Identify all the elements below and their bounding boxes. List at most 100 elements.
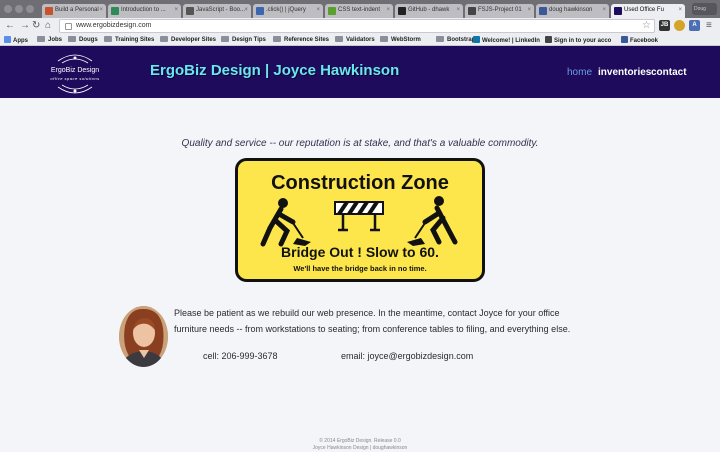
tab-title: FSJS-Project 01: [478, 7, 522, 13]
extension-a-icon[interactable]: A: [689, 20, 700, 31]
tab-title: GitHub - dhawk: [408, 7, 450, 13]
bookmark-label: Bootstrap: [447, 37, 476, 43]
footer-copyright: © 2014 ErgoBiz Design. Release 0.0: [319, 438, 401, 444]
home-icon[interactable]: ⌂: [45, 20, 51, 32]
address-bar-url[interactable]: www.ergobizdesign.com: [76, 22, 151, 29]
tab-favicon-icon: [186, 7, 194, 15]
nav-inventories-link[interactable]: inventories: [598, 67, 651, 78]
nav-home-link[interactable]: home: [567, 67, 592, 78]
nav-contact-link[interactable]: contact: [651, 67, 687, 78]
window-close-control[interactable]: [4, 5, 12, 13]
folder-icon: [37, 36, 45, 42]
tagline: Quality and service -- our reputation is…: [181, 138, 539, 149]
tab-title: Introduction to ...: [121, 7, 166, 13]
bookmark-folder[interactable]: Bootstrap: [436, 36, 475, 43]
bookmark-folder[interactable]: Developer Sites: [160, 36, 216, 43]
window-zoom-control[interactable]: [26, 5, 34, 13]
bookmark-folder[interactable]: Dougs: [68, 36, 98, 43]
tab-close-icon[interactable]: ×: [244, 7, 248, 13]
construction-sign: Construction Zone Bridge Out ! Slow to 6…: [235, 158, 485, 282]
back-icon[interactable]: ←: [5, 20, 15, 32]
profile-button[interactable]: Doug: [692, 3, 717, 15]
tab-close-icon[interactable]: ×: [456, 7, 460, 13]
tab-close-icon[interactable]: ×: [174, 7, 178, 13]
site-header: ErgoBiz Design office space solutions Er…: [0, 46, 720, 98]
bookmark-site[interactable]: Sign in to your acco: [545, 36, 611, 44]
tab-close-icon[interactable]: ×: [316, 7, 320, 13]
logo-tagline: office space solutions: [50, 76, 100, 81]
window-minimize-control[interactable]: [15, 5, 23, 13]
email-text[interactable]: email: joyce@ergobizdesign.com: [341, 351, 473, 361]
page-info-icon[interactable]: [65, 23, 72, 30]
tab-close-icon[interactable]: ×: [99, 7, 103, 13]
browser-tab[interactable]: CSS text-indent ×: [325, 4, 393, 18]
footer-links[interactable]: Joyce Hawkinson Design | doughawkinson: [0, 445, 720, 452]
address-bar[interactable]: www.ergobizdesign.com ☆: [59, 19, 655, 33]
bookmark-folder[interactable]: Training Sites: [104, 36, 154, 43]
tab-favicon-icon: [539, 7, 547, 15]
tab-favicon-icon: [111, 7, 119, 15]
logo[interactable]: ErgoBiz Design office space solutions: [46, 51, 104, 95]
browser-tab[interactable]: doug hawkinson ×: [536, 4, 609, 18]
facebook-icon: [621, 36, 628, 43]
sign-title: Construction Zone: [271, 172, 449, 194]
browser-tab[interactable]: Build a Personal ×: [42, 4, 106, 18]
folder-icon: [68, 36, 76, 42]
browser-tab[interactable]: Introduction to ... ×: [108, 4, 181, 18]
browser-tab[interactable]: .click() | jQuery ×: [253, 4, 323, 18]
bookmark-apps[interactable]: Apps: [4, 36, 28, 44]
tab-favicon-icon: [468, 7, 476, 15]
bookmark-label: WebStorm: [391, 37, 421, 43]
bookmark-label: Dougs: [79, 37, 98, 43]
avatar: [119, 306, 168, 367]
bookmark-folder[interactable]: Design Tips: [221, 36, 266, 43]
bookmark-label: Sign in to your acco: [554, 38, 612, 44]
linkedin-icon: [473, 36, 480, 43]
tab-title: Build a Personal: [55, 7, 99, 13]
menu-icon[interactable]: ≡: [706, 20, 712, 32]
bookmark-folder[interactable]: Reference Sites: [273, 36, 329, 43]
tab-close-icon[interactable]: ×: [527, 7, 531, 13]
bookmark-folder[interactable]: WebStorm: [380, 36, 421, 43]
logo-name: ErgoBiz Design: [50, 67, 100, 74]
browser-tab[interactable]: GitHub - dhawk ×: [395, 4, 463, 18]
bookmark-star-icon[interactable]: ☆: [642, 20, 651, 31]
browser-tab[interactable]: JavaScript - Boo... ×: [183, 4, 251, 18]
bookmark-label: Welcome! | LinkedIn: [482, 38, 540, 44]
bookmark-label: Validators: [346, 37, 375, 43]
bookmark-facebook[interactable]: Facebook: [621, 36, 658, 44]
tab-close-icon[interactable]: ×: [386, 7, 390, 13]
cell-phone-text: cell: 206-999-3678: [203, 351, 278, 361]
bookmark-label: Facebook: [630, 38, 659, 44]
extension-chrome-icon[interactable]: [674, 20, 685, 31]
site-brand-title[interactable]: ErgoBiz Design | Joyce Hawkinson: [150, 62, 399, 79]
sign-note: We'll have the bridge back in no time.: [293, 264, 426, 273]
intro-paragraph: Please be patient as we rebuild our web …: [174, 308, 571, 334]
tab-favicon-icon: [45, 7, 53, 15]
bookmark-folder[interactable]: Jobs: [37, 36, 62, 43]
tab-title: Used Office Fu: [624, 7, 664, 13]
tab-favicon-icon: [614, 7, 622, 15]
browser-tab[interactable]: Used Office Fu ×: [611, 4, 685, 18]
tab-title: CSS text-indent: [338, 7, 381, 13]
tab-title: .click() | jQuery: [266, 7, 306, 13]
tab-favicon-icon: [256, 7, 264, 15]
bookmark-label: Developer Sites: [171, 37, 217, 43]
bookmark-label: Training Sites: [115, 37, 155, 43]
tab-close-icon[interactable]: ×: [602, 7, 606, 13]
apps-icon: [4, 36, 11, 43]
tab-close-icon[interactable]: ×: [678, 7, 682, 13]
folder-icon: [273, 36, 281, 42]
bookmark-linkedin[interactable]: Welcome! | LinkedIn: [473, 36, 540, 44]
browser-toolbar: ← → ↻ ⌂ www.ergobizdesign.com ☆ JB A ≡: [0, 18, 720, 34]
browser-tab[interactable]: FSJS-Project 01 ×: [465, 4, 534, 18]
extension-jb-icon[interactable]: JB: [659, 20, 670, 31]
forward-icon[interactable]: →: [20, 20, 30, 32]
bookmark-folder[interactable]: Validators: [335, 36, 375, 43]
bookmarks-bar: Apps Jobs Dougs Training Sites Developer Sit…: [0, 34, 720, 46]
folder-icon: [335, 36, 343, 42]
site-icon: [545, 36, 552, 43]
tab-favicon-icon: [328, 7, 336, 15]
reload-icon[interactable]: ↻: [32, 20, 40, 32]
sign-subtitle: Bridge Out ! Slow to 60.: [281, 244, 439, 260]
